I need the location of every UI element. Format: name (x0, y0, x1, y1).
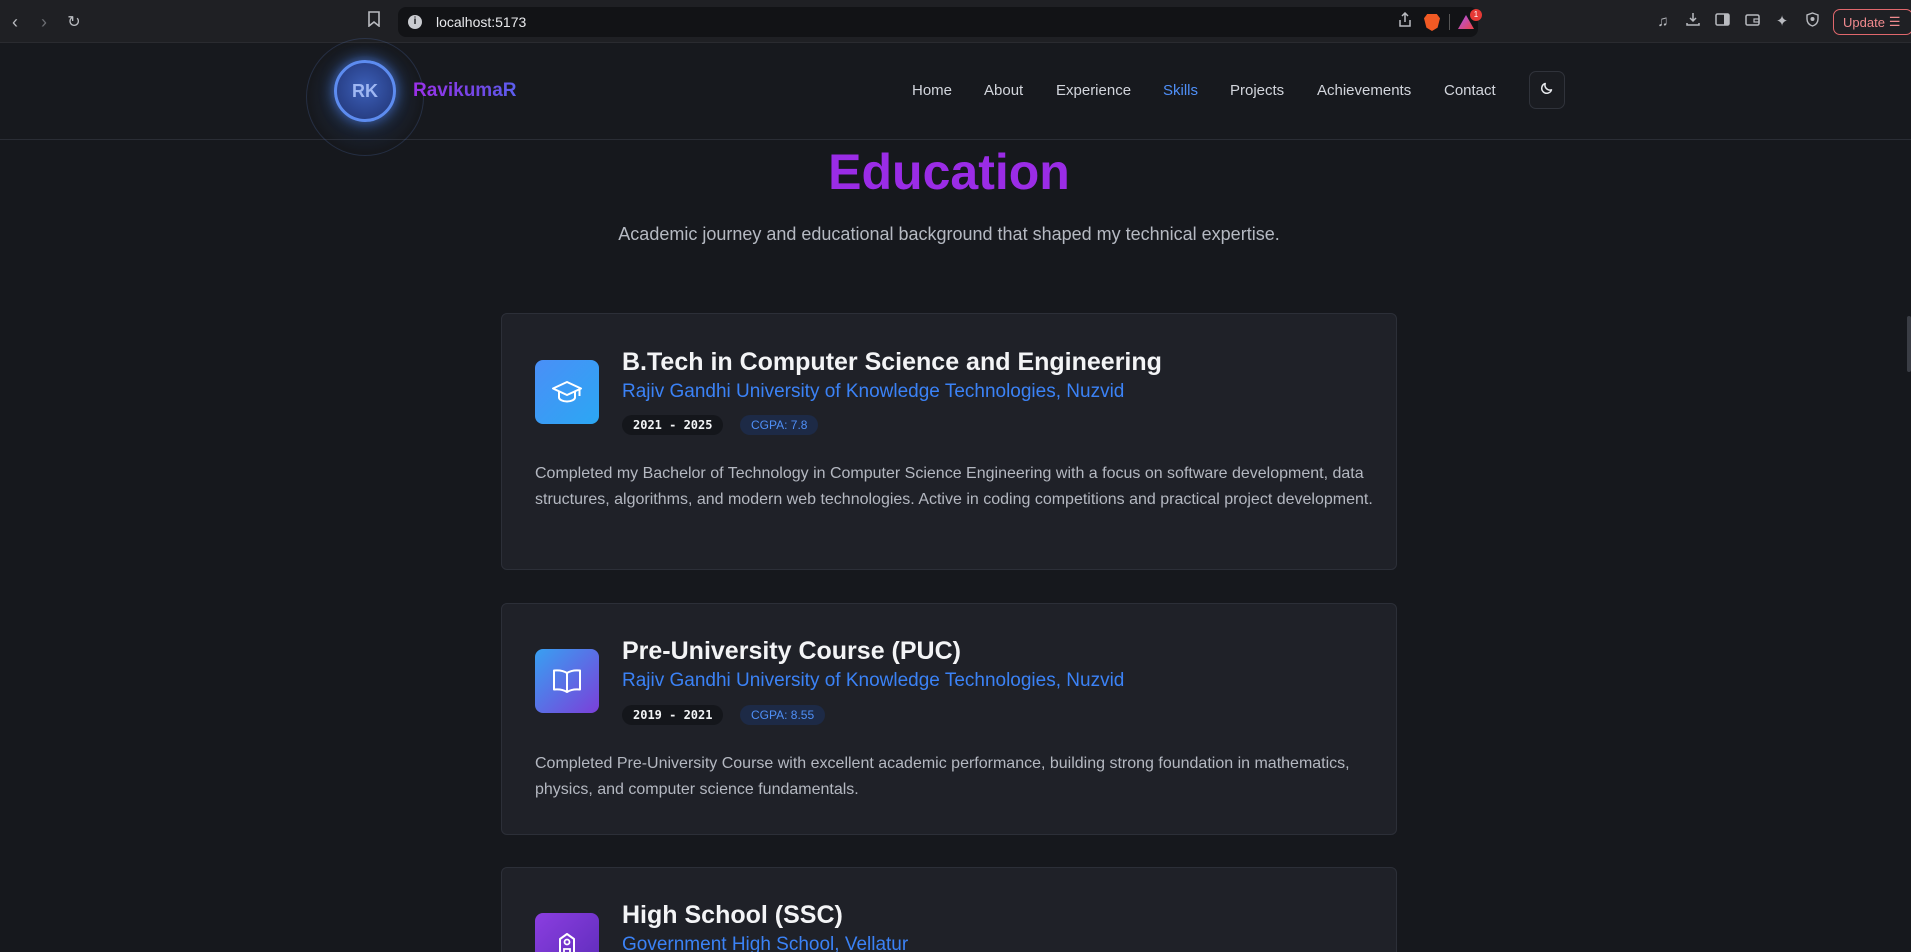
address-divider (1449, 14, 1450, 30)
institution-name: Government High School, Vellatur (622, 934, 909, 952)
grade-badge: CGPA: 8.55 (740, 705, 826, 725)
degree-title: B.Tech in Computer Science and Engineeri… (622, 348, 1162, 376)
nav-projects[interactable]: Projects (1230, 82, 1284, 99)
theme-toggle-button[interactable] (1529, 71, 1565, 109)
site-info-icon[interactable]: i (408, 15, 422, 29)
menu-icon: ☰ (1888, 14, 1901, 29)
media-icon[interactable]: ♫ (1653, 12, 1673, 32)
book-open-icon (535, 649, 599, 713)
logo-initials: RK (352, 80, 378, 101)
scrollbar-thumb[interactable] (1907, 316, 1911, 372)
brand-name[interactable]: RavikumaR (413, 80, 517, 102)
section-title: Education (828, 144, 1070, 200)
share-icon[interactable] (1398, 11, 1412, 32)
degree-title: High School (SSC) (622, 901, 843, 929)
years-badge: 2021 - 2025 (622, 415, 724, 435)
section-subtitle: Academic journey and educational backgro… (618, 224, 1280, 244)
sidebar-icon[interactable] (1712, 12, 1732, 32)
update-label: Update (1843, 14, 1885, 30)
nav-home[interactable]: Home (912, 82, 952, 99)
reload-icon[interactable]: ↻ (62, 10, 86, 34)
bookmark-icon[interactable] (368, 11, 380, 32)
leo-ai-icon[interactable]: ✦ (1772, 12, 1792, 32)
brave-shields-icon[interactable] (1424, 14, 1440, 31)
address-bar[interactable]: i localhost:5173 1 (398, 7, 1482, 37)
nav-skills[interactable]: Skills (1163, 82, 1198, 99)
download-icon[interactable] (1683, 12, 1703, 32)
wallet-icon[interactable] (1742, 12, 1762, 32)
degree-title: Pre-University Course (PUC) (622, 637, 961, 665)
school-icon (535, 913, 599, 952)
browser-toolbar: ‹ › ↻ i localhost:5173 1 ♫ ✦ Update ☰ (0, 0, 1911, 43)
rewards-badge: 1 (1470, 9, 1482, 21)
nav-contact[interactable]: Contact (1444, 82, 1496, 99)
forward-icon[interactable]: › (32, 10, 56, 34)
education-card: B.Tech in Computer Science and Engineeri… (501, 313, 1397, 570)
moon-icon (1540, 81, 1554, 99)
nav-achievements[interactable]: Achievements (1317, 82, 1411, 99)
logo-avatar[interactable]: RK (334, 60, 396, 122)
back-icon[interactable]: ‹ (3, 10, 27, 34)
update-button[interactable]: Update ☰ (1833, 9, 1911, 35)
years-badge: 2019 - 2021 (622, 705, 724, 725)
graduation-cap-icon (535, 360, 599, 424)
site-header (0, 43, 1911, 140)
vpn-shield-icon[interactable] (1802, 12, 1822, 32)
education-description: Completed my Bachelor of Technology in C… (535, 465, 1373, 508)
education-description: Completed Pre-University Course with exc… (535, 755, 1350, 798)
education-card: High School (SSC) Government High School… (501, 867, 1397, 952)
nav-experience[interactable]: Experience (1056, 82, 1131, 99)
institution-name: Rajiv Gandhi University of Knowledge Tec… (622, 381, 1125, 402)
url-text[interactable]: localhost:5173 (436, 14, 526, 30)
grade-badge: CGPA: 7.8 (740, 415, 819, 435)
education-card: Pre-University Course (PUC) Rajiv Gandhi… (501, 603, 1397, 835)
nav-about[interactable]: About (984, 82, 1023, 99)
institution-name: Rajiv Gandhi University of Knowledge Tec… (622, 670, 1125, 691)
